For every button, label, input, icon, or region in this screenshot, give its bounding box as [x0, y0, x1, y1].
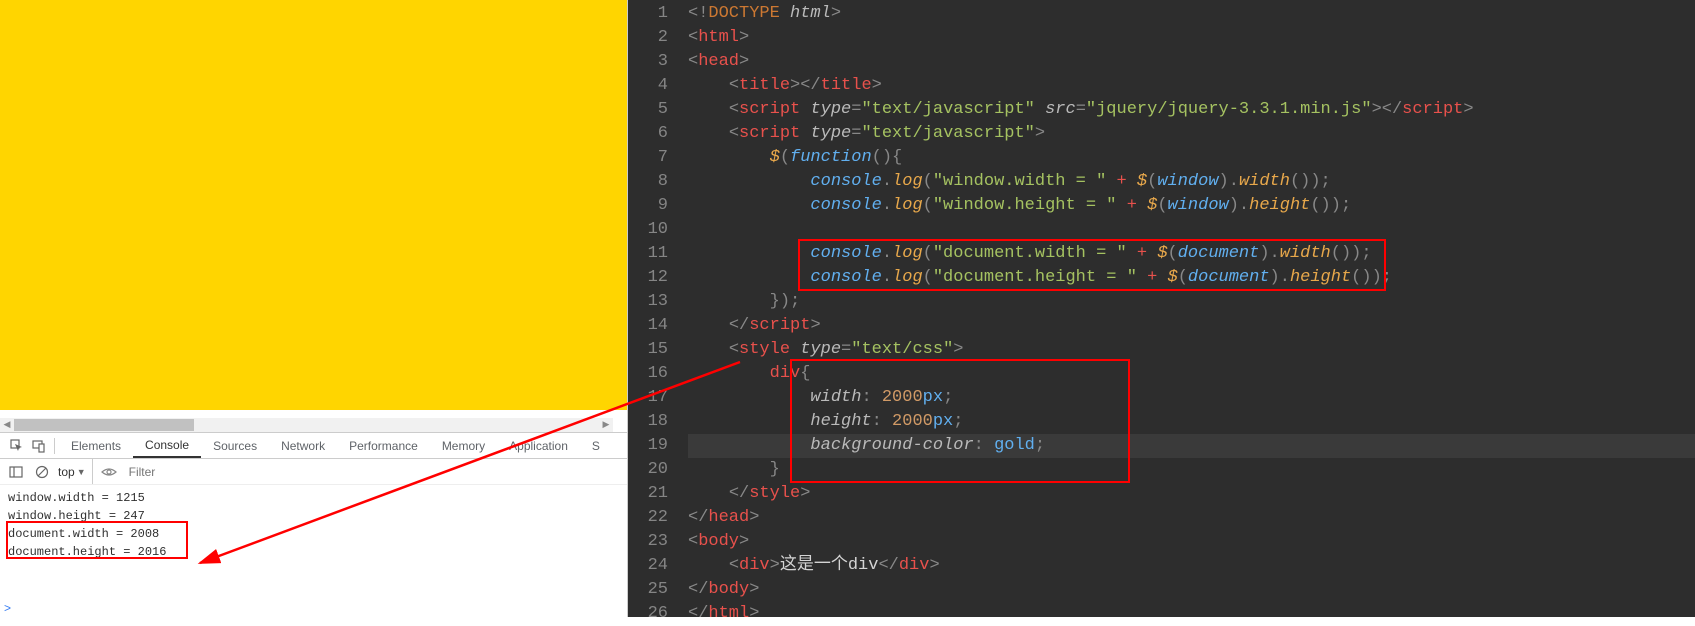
line-number: 18	[628, 410, 668, 434]
line-number: 24	[628, 554, 668, 578]
line-number: 2	[628, 26, 668, 50]
code-line[interactable]: <body>	[688, 530, 1695, 554]
line-number: 6	[628, 122, 668, 146]
line-number: 23	[628, 530, 668, 554]
code-line[interactable]: }	[688, 458, 1695, 482]
code-line[interactable]: <title></title>	[688, 74, 1695, 98]
line-number: 1	[628, 2, 668, 26]
devtools-tabbar: ElementsConsoleSourcesNetworkPerformance…	[0, 433, 627, 459]
console-line: window.width = 1215	[8, 489, 619, 507]
devtools-tab-application[interactable]: Application	[497, 433, 580, 458]
scroll-right-icon[interactable]: ▶	[599, 418, 613, 432]
line-number: 13	[628, 290, 668, 314]
code-line[interactable]: background-color: gold;	[688, 434, 1695, 458]
code-line[interactable]: </body>	[688, 578, 1695, 602]
line-number: 12	[628, 266, 668, 290]
console-line: document.height = 2016	[8, 543, 619, 561]
code-line[interactable]: div{	[688, 362, 1695, 386]
code-line[interactable]: </head>	[688, 506, 1695, 530]
line-number: 20	[628, 458, 668, 482]
filter-input[interactable]	[125, 463, 621, 481]
line-number: 7	[628, 146, 668, 170]
code-line[interactable]: console.log("window.height = " + $(windo…	[688, 194, 1695, 218]
scroll-left-icon[interactable]: ◀	[0, 418, 14, 432]
code-line[interactable]: <div>这是一个div</div>	[688, 554, 1695, 578]
line-number: 22	[628, 506, 668, 530]
code-line[interactable]: $(function(){	[688, 146, 1695, 170]
devtools-tab-performance[interactable]: Performance	[337, 433, 430, 458]
browser-panel: ◀ ▶ ElementsConsoleSourcesNetworkPerform…	[0, 0, 628, 617]
code-line[interactable]: height: 2000px;	[688, 410, 1695, 434]
line-number: 3	[628, 50, 668, 74]
context-selector[interactable]: top	[58, 465, 75, 479]
line-number: 5	[628, 98, 668, 122]
line-number: 9	[628, 194, 668, 218]
code-line[interactable]: console.log("window.width = " + $(window…	[688, 170, 1695, 194]
line-number: 4	[628, 74, 668, 98]
code-area[interactable]: <!DOCTYPE html><html><head> <title></tit…	[682, 0, 1695, 617]
line-number: 25	[628, 578, 668, 602]
code-line[interactable]: <style type="text/css">	[688, 338, 1695, 362]
line-gutter: 1234567891011121314151617181920212223242…	[628, 0, 682, 617]
line-number: 10	[628, 218, 668, 242]
line-number: 16	[628, 362, 668, 386]
eye-icon[interactable]	[99, 462, 119, 482]
divider	[54, 438, 55, 454]
code-editor[interactable]: 1234567891011121314151617181920212223242…	[628, 0, 1695, 617]
code-line[interactable]: });	[688, 290, 1695, 314]
line-number: 8	[628, 170, 668, 194]
devtools-tab-sources[interactable]: Sources	[201, 433, 269, 458]
line-number: 17	[628, 386, 668, 410]
code-line[interactable]: </html>	[688, 602, 1695, 626]
devtools: ElementsConsoleSourcesNetworkPerformance…	[0, 432, 627, 617]
console-output[interactable]: window.width = 1215window.height = 247do…	[0, 485, 627, 599]
page-preview: ◀ ▶	[0, 0, 627, 432]
inspect-icon[interactable]	[6, 435, 28, 457]
sidebar-toggle-icon[interactable]	[6, 462, 26, 482]
gold-div	[0, 0, 627, 410]
code-line[interactable]: </style>	[688, 482, 1695, 506]
code-line[interactable]: <!DOCTYPE html>	[688, 2, 1695, 26]
code-line[interactable]: <head>	[688, 50, 1695, 74]
devtools-tab-s[interactable]: S	[580, 433, 612, 458]
line-number: 15	[628, 338, 668, 362]
code-line[interactable]: width: 2000px;	[688, 386, 1695, 410]
device-toggle-icon[interactable]	[28, 435, 50, 457]
code-line[interactable]: <html>	[688, 26, 1695, 50]
devtools-tab-network[interactable]: Network	[269, 433, 337, 458]
code-line[interactable]	[688, 218, 1695, 242]
devtools-tab-elements[interactable]: Elements	[59, 433, 133, 458]
devtools-tab-console[interactable]: Console	[133, 433, 201, 458]
line-number: 26	[628, 602, 668, 626]
devtools-tab-memory[interactable]: Memory	[430, 433, 497, 458]
line-number: 19	[628, 434, 668, 458]
line-number: 21	[628, 482, 668, 506]
horizontal-scrollbar[interactable]: ◀ ▶	[0, 418, 613, 432]
scroll-thumb[interactable]	[14, 419, 194, 431]
code-line[interactable]: </script>	[688, 314, 1695, 338]
console-line: document.width = 2008	[8, 525, 619, 543]
chevron-down-icon: ▼	[77, 467, 86, 477]
code-line[interactable]: <script type="text/javascript">	[688, 122, 1695, 146]
line-number: 14	[628, 314, 668, 338]
code-line[interactable]: <script type="text/javascript" src="jque…	[688, 98, 1695, 122]
console-prompt[interactable]: >	[0, 599, 627, 617]
code-line[interactable]: console.log("document.height = " + $(doc…	[688, 266, 1695, 290]
clear-console-icon[interactable]	[32, 462, 52, 482]
console-line: window.height = 247	[8, 507, 619, 525]
code-line[interactable]: console.log("document.width = " + $(docu…	[688, 242, 1695, 266]
console-toolbar: top ▼	[0, 459, 627, 485]
line-number: 11	[628, 242, 668, 266]
